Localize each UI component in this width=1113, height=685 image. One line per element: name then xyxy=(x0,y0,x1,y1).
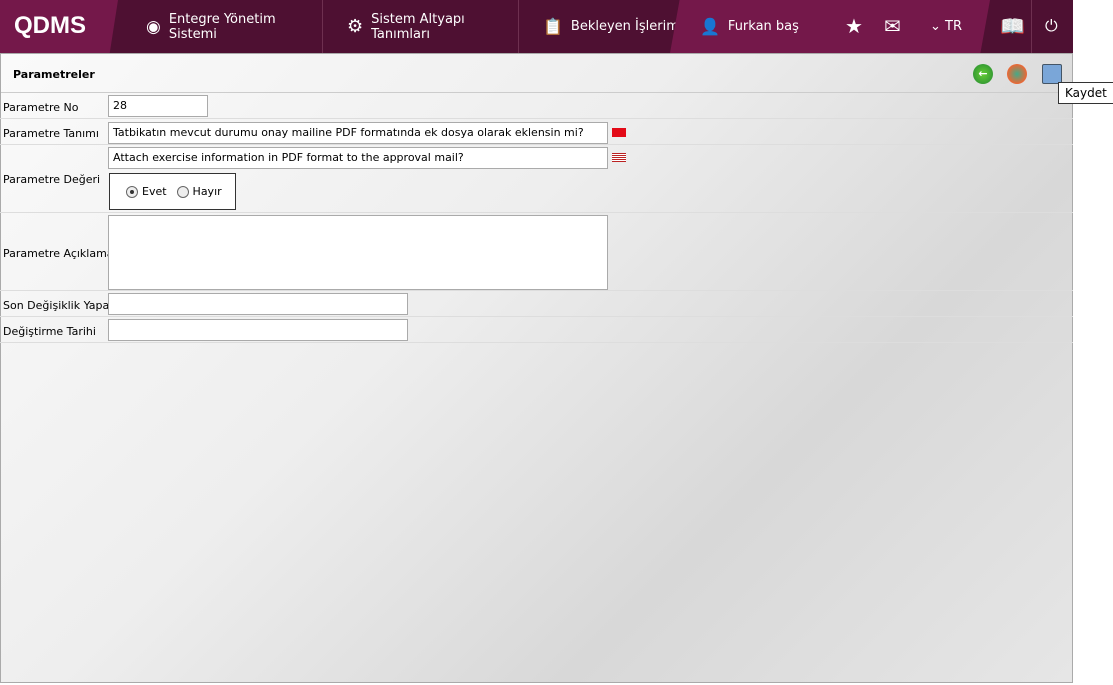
clipboard-icon: 📋 xyxy=(543,17,563,36)
chevron-down-icon: ⌄ xyxy=(930,19,941,34)
manual-book-icon[interactable]: 📖 xyxy=(1000,14,1025,38)
top-navbar: QDMS ◉ Entegre Yönetim Sistemi ⚙ Sistem Al… xyxy=(0,0,1073,53)
mail-icon[interactable]: ✉ xyxy=(884,14,901,38)
star-icon[interactable]: ★ xyxy=(845,14,863,38)
nav-bekleyen-islerim[interactable]: 📋 Bekleyen İşlerim xyxy=(519,0,679,53)
value-radio-group: Evet Hayır xyxy=(109,173,236,210)
nav-sistem-altyapi[interactable]: ⚙ Sistem Altyapı Tanımları xyxy=(323,0,519,53)
back-button[interactable]: ← xyxy=(973,64,993,84)
language-selector[interactable]: ⌄ TR xyxy=(930,19,962,34)
parameter-no-input[interactable]: 28 xyxy=(108,95,208,117)
gear-icon: ⚙ xyxy=(347,16,364,37)
user-menu[interactable]: 👤 Furkan baş xyxy=(676,0,799,53)
radio-evet[interactable]: Evet xyxy=(126,185,167,198)
date-input[interactable] xyxy=(108,319,408,341)
power-icon[interactable]: ⏻ xyxy=(1045,16,1058,36)
q-icon: ◉ xyxy=(146,16,161,37)
page-title: Parametreler xyxy=(13,68,95,81)
arrow-left-icon: ← xyxy=(978,67,988,80)
value-label: Parametre Değeri xyxy=(3,173,101,186)
modified-by-input[interactable] xyxy=(108,293,408,315)
radio-hayir[interactable]: Hayır xyxy=(176,185,222,198)
no-label: Parametre No xyxy=(3,101,79,114)
nav-entegre[interactable]: ◉ Entegre Yönetim Sistemi xyxy=(122,0,323,53)
date-label: Değiştirme Tarihi xyxy=(3,325,96,338)
turkish-flag-icon[interactable] xyxy=(612,128,626,137)
desc-label: Parametre Açıklaması xyxy=(3,247,123,260)
def-label: Parametre Tanımı xyxy=(3,127,99,140)
definition-tr-input[interactable]: Tatbikatın mevcut durumu onay mailine PD… xyxy=(108,122,608,144)
save-button[interactable] xyxy=(1042,64,1062,84)
user-icon: 👤 xyxy=(700,17,720,36)
web-button[interactable] xyxy=(1007,64,1027,84)
modified-by-label: Son Değişiklik Yapan xyxy=(3,299,117,312)
description-textarea[interactable] xyxy=(108,215,608,290)
qdms-logo[interactable]: QDMS xyxy=(0,0,118,53)
